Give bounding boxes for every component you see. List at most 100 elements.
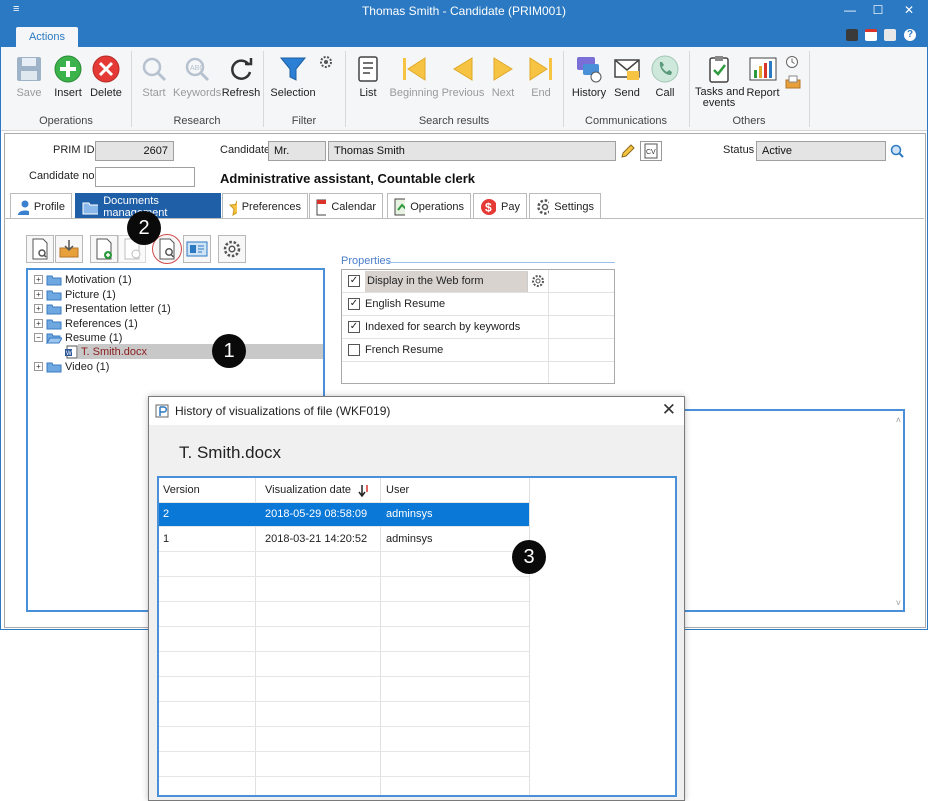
delete-button[interactable]: Delete	[87, 53, 125, 99]
previous-arrow-icon	[441, 53, 485, 85]
edit-pencil-icon[interactable]	[618, 141, 638, 161]
funnel-icon	[269, 53, 317, 85]
property-row-indexed[interactable]: ✓ Indexed for search by keywords	[342, 316, 614, 339]
group-filter-label: Filter	[291, 115, 317, 127]
status-field[interactable]: Active	[756, 141, 886, 161]
grid-row-line	[159, 576, 529, 577]
tab-settings[interactable]: Settings	[529, 193, 601, 219]
document-properties-button[interactable]	[183, 235, 211, 263]
import-document-button[interactable]	[55, 235, 83, 263]
tree-node-motivation[interactable]: + Motivation (1)	[34, 272, 132, 287]
call-button[interactable]: Call	[647, 53, 683, 99]
salutation-field[interactable]: Mr.	[268, 141, 326, 161]
table-cell-version[interactable]: 1	[159, 527, 169, 552]
view-document-button[interactable]	[26, 235, 54, 263]
tree-node-video[interactable]: + Video (1)	[34, 359, 109, 374]
tab-pay[interactable]: $ Pay	[473, 193, 527, 219]
table-cell-date[interactable]: 2018-05-29 08:58:09	[261, 502, 367, 527]
id-card-icon	[186, 241, 208, 257]
tree-node-t-smith-docx[interactable]: W T. Smith.docx	[64, 344, 147, 359]
table-cell-version[interactable]: 2	[159, 502, 169, 527]
checkbox-web-form[interactable]: ✓	[348, 275, 360, 287]
next-button[interactable]: Next	[485, 53, 521, 99]
history-button[interactable]: History	[569, 53, 609, 99]
keywords-button[interactable]: ABC Keywords	[173, 53, 221, 99]
checkbox-english-resume[interactable]: ✓	[348, 298, 360, 310]
property-row-english-resume[interactable]: ✓ English Resume	[342, 293, 614, 316]
table-cell-user[interactable]: adminsys	[382, 527, 432, 552]
tab-actions[interactable]: Actions	[16, 27, 78, 47]
expand-icon[interactable]: +	[34, 275, 43, 284]
status-search-icon[interactable]	[887, 141, 907, 161]
help-icon[interactable]: ?	[904, 29, 916, 41]
inbox-tray-icon[interactable]	[785, 75, 801, 92]
close-window-button[interactable]: ✕	[894, 1, 924, 21]
candidate-name-field[interactable]: Thomas Smith	[328, 141, 616, 161]
scroll-list-icon	[353, 53, 383, 85]
sort-descending-icon[interactable]	[358, 484, 370, 498]
expand-icon[interactable]: +	[34, 290, 43, 299]
tab-calendar[interactable]: Calendar	[309, 193, 383, 219]
properties-column-divider	[548, 270, 549, 383]
selection-button[interactable]: Selection	[269, 53, 317, 99]
end-button[interactable]: End	[523, 53, 559, 99]
report-button[interactable]: Report	[745, 53, 781, 99]
scroll-up-icon[interactable]: ˄	[896, 415, 901, 425]
list-button[interactable]: List	[353, 53, 383, 99]
collapse-icon[interactable]: −	[34, 333, 43, 342]
table-cell-user[interactable]: adminsys	[382, 502, 432, 527]
filter-settings-gear-icon[interactable]	[319, 55, 333, 72]
folder-icon	[46, 319, 62, 329]
grid-row-line	[159, 626, 529, 627]
column-header-user[interactable]: User	[382, 478, 409, 503]
job-title: Administrative assistant, Countable cler…	[220, 171, 476, 186]
checkbox-indexed[interactable]: ✓	[348, 321, 360, 333]
calendar-icon[interactable]	[865, 29, 877, 41]
tree-node-resume[interactable]: − Resume (1)	[34, 330, 122, 345]
scroll-down-icon[interactable]: ˅	[896, 598, 901, 608]
refresh-button[interactable]: Refresh	[221, 53, 261, 99]
tree-node-references[interactable]: + References (1)	[34, 316, 138, 331]
tasks-and-events-button[interactable]: Tasks and events	[695, 53, 745, 109]
documents-settings-button[interactable]	[218, 235, 246, 263]
folder-icon	[46, 290, 62, 300]
tab-preferences[interactable]: Preferences	[222, 193, 308, 219]
start-button[interactable]: Start	[137, 53, 171, 99]
table-cell-date[interactable]: 2018-03-21 14:20:52	[261, 527, 367, 552]
candidate-no-field[interactable]	[95, 167, 195, 187]
tree-node-presentation-letter[interactable]: + Presentation letter (1)	[34, 301, 171, 316]
expand-icon[interactable]: +	[34, 362, 43, 371]
first-arrow-icon	[387, 53, 441, 85]
maximize-button[interactable]: ☐	[863, 1, 893, 21]
expand-icon[interactable]: +	[34, 319, 43, 328]
calculator-icon[interactable]	[846, 29, 858, 41]
property-label: English Resume	[365, 298, 446, 310]
minimize-button[interactable]: —	[835, 1, 865, 21]
tree-node-picture[interactable]: + Picture (1)	[34, 287, 116, 302]
add-document-button[interactable]	[90, 235, 118, 263]
expand-icon[interactable]: +	[34, 304, 43, 313]
cv-icon[interactable]: CV	[640, 141, 662, 161]
checkbox-french-resume[interactable]	[348, 344, 360, 356]
lock-icon[interactable]	[884, 29, 896, 41]
send-button[interactable]: Send	[609, 53, 645, 99]
property-gear-icon[interactable]	[527, 270, 549, 292]
grid-row-line	[159, 651, 529, 652]
last-arrow-icon	[523, 53, 559, 85]
beginning-button[interactable]: Beginning	[387, 53, 441, 99]
insert-button[interactable]: Insert	[49, 53, 87, 99]
visualization-history-grid[interactable]: Version Visualization date User 2 2018-0…	[157, 476, 677, 797]
gear-icon	[537, 198, 550, 215]
property-row-web-form[interactable]: ✓ Display in the Web form	[342, 270, 614, 293]
save-button[interactable]: Save	[11, 53, 47, 99]
clock-icon[interactable]	[785, 55, 799, 72]
group-separator	[809, 51, 810, 127]
tab-operations[interactable]: Operations	[387, 193, 471, 219]
dialog-close-button[interactable]: ✕	[662, 400, 676, 420]
column-header-visualization-date[interactable]: Visualization date	[261, 478, 351, 503]
property-row-french-resume[interactable]: French Resume	[342, 339, 614, 362]
previous-button[interactable]: Previous	[441, 53, 485, 99]
tab-profile[interactable]: Profile	[10, 193, 72, 219]
column-header-version[interactable]: Version	[159, 478, 200, 503]
ribbon-tab-strip: Actions ?	[1, 21, 927, 47]
